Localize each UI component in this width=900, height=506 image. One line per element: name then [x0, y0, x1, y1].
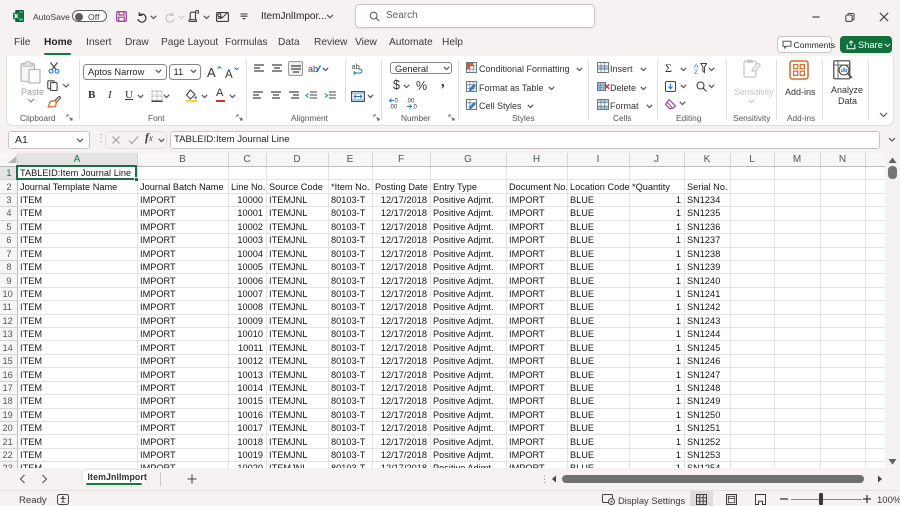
svg-text:ab: ab	[308, 64, 318, 74]
svg-text:0: 0	[414, 105, 418, 110]
svg-text:A: A	[207, 65, 216, 78]
svg-text:.00: .00	[389, 105, 398, 110]
svg-text:Z: Z	[694, 69, 698, 74]
svg-text:A: A	[225, 69, 233, 79]
